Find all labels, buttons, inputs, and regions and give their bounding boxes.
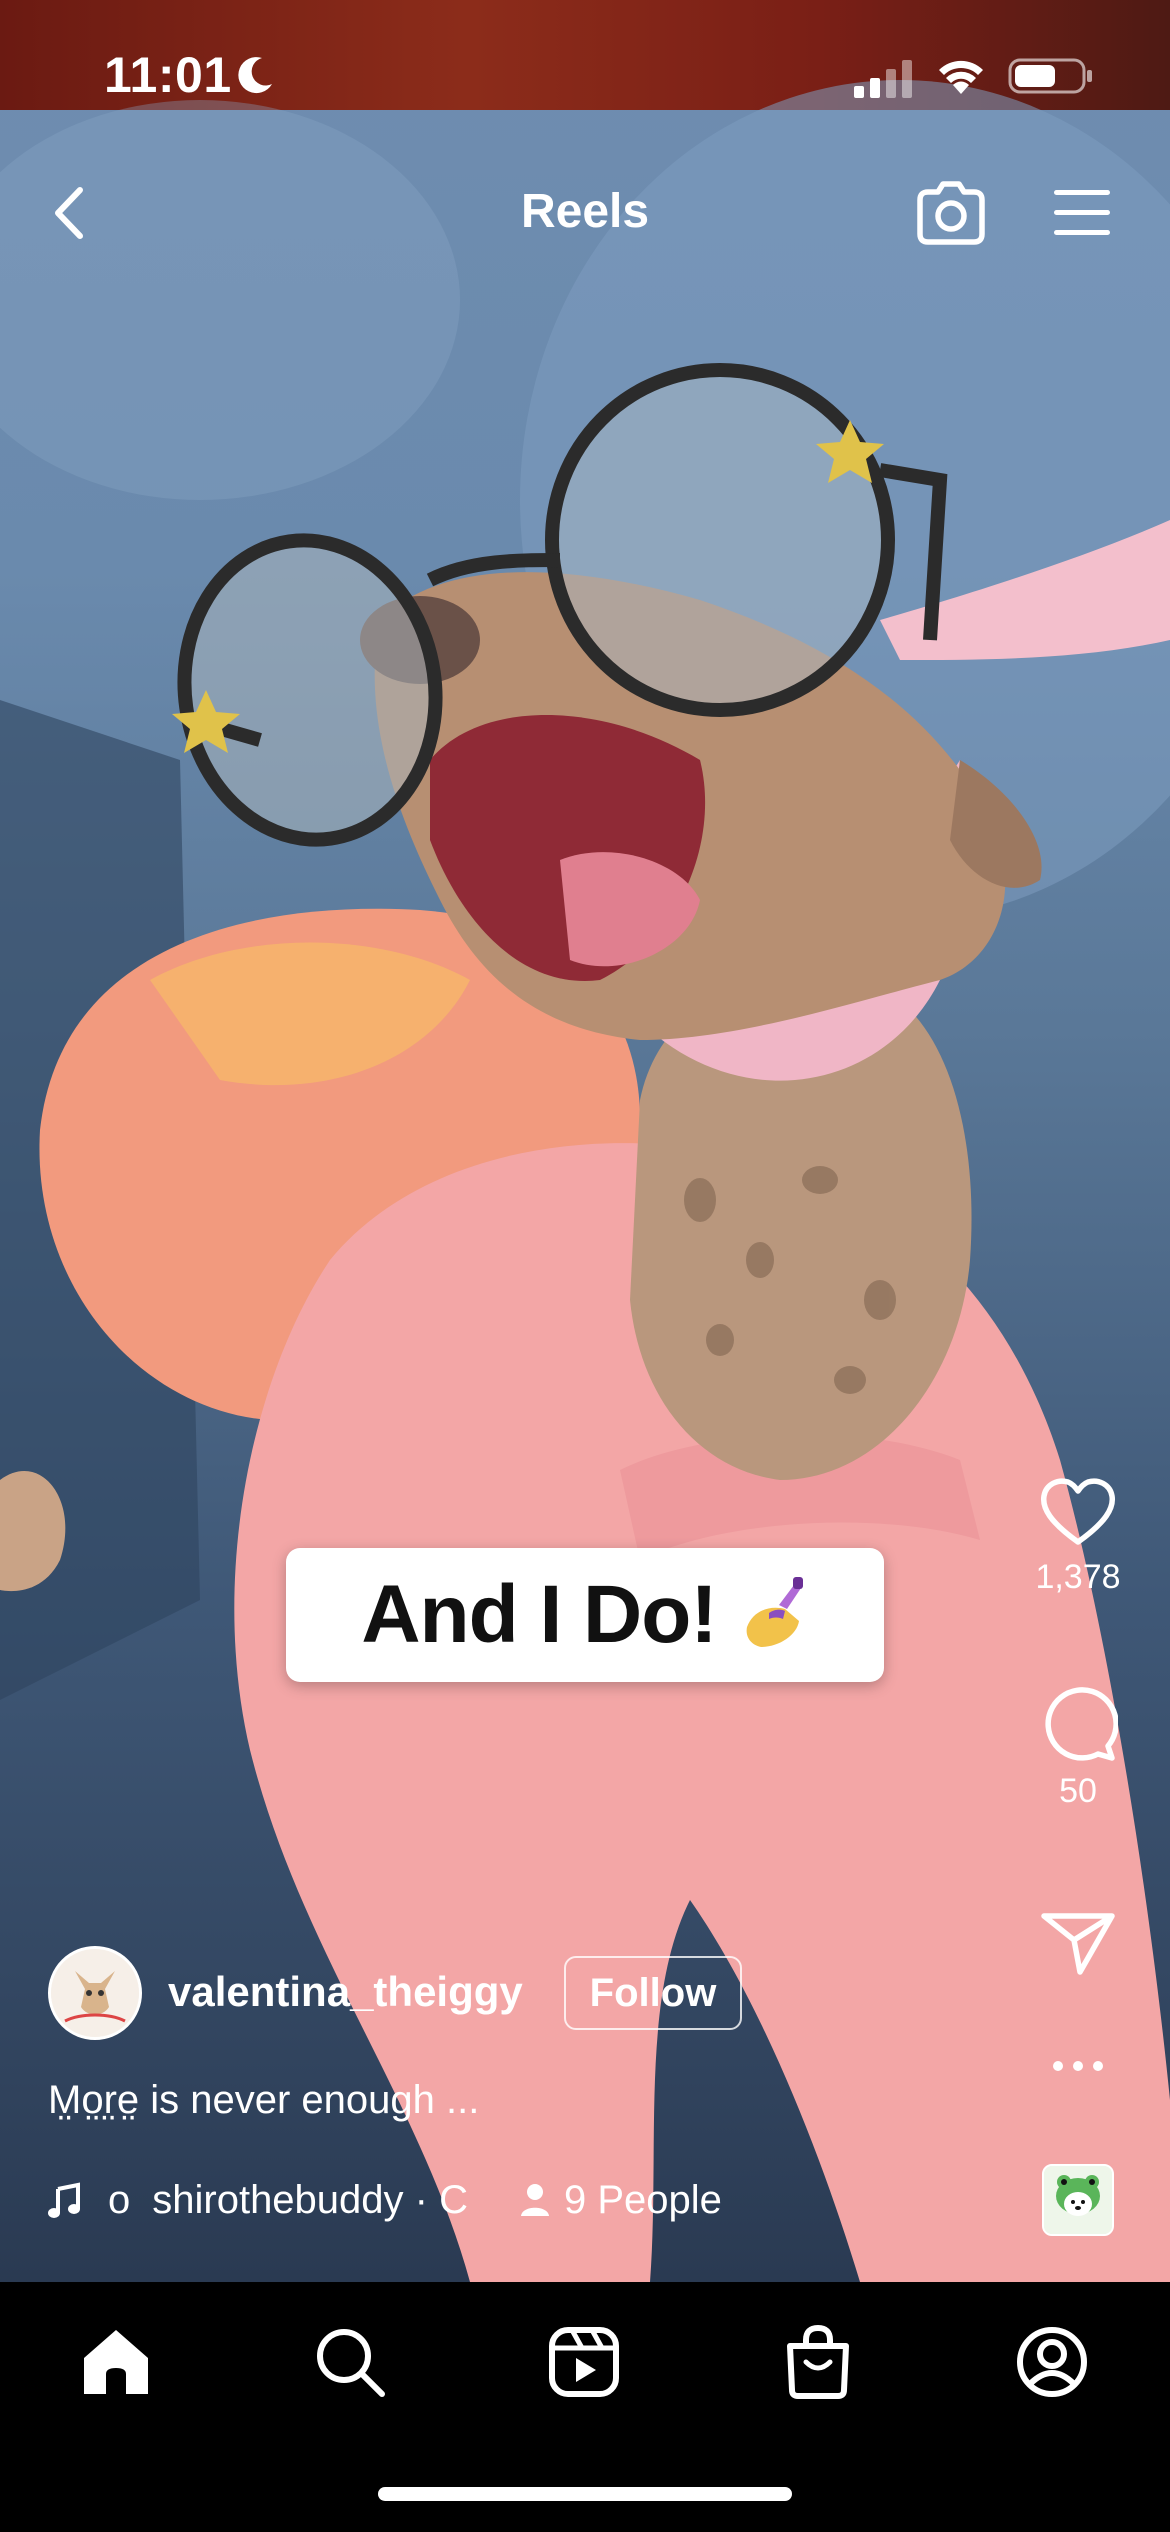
reels-icon[interactable] (544, 2322, 624, 2402)
like-action[interactable]: 1,378 (1020, 1476, 1136, 1597)
status-time: 11:01 (104, 47, 232, 103)
moon-icon (238, 57, 272, 94)
more-icon[interactable] (1048, 2056, 1108, 2076)
reels-screen: 11:01 Reels And I Do! 1,378 50 valentina… (0, 0, 1170, 2532)
like-count: 1,378 (1035, 1558, 1121, 1596)
frog-hat-dog-icon (1044, 2166, 1112, 2234)
comment-action[interactable]: 50 (1020, 1684, 1136, 1811)
nail-polish-emoji (746, 1577, 803, 1647)
home-icon[interactable] (76, 2322, 156, 2402)
comment-icon[interactable] (1038, 1684, 1118, 1762)
person-icon (520, 2184, 549, 2216)
page-title: Reels (520, 185, 650, 238)
reel-video[interactable] (0, 0, 1170, 2282)
text-sticker: And I Do! (286, 1548, 884, 1682)
menu-icon[interactable] (1050, 182, 1114, 242)
share-action[interactable] (1020, 1908, 1136, 1978)
heart-icon[interactable] (1038, 1476, 1118, 1548)
wifi-icon (939, 60, 983, 94)
shop-icon[interactable] (778, 2322, 858, 2402)
more-action[interactable] (1020, 2056, 1136, 2076)
send-icon[interactable] (1038, 1908, 1118, 1978)
audio-prefix: o (108, 2177, 131, 2222)
music-note-icon (48, 2182, 80, 2218)
audio-row[interactable]: o shirothebuddy · C 9 People (48, 2176, 722, 2224)
profile-icon[interactable] (1012, 2322, 1092, 2402)
status-bar: 11:01 (0, 0, 1170, 150)
signal-icon (854, 60, 912, 98)
audio-text: shirothebuddy · C (152, 2177, 468, 2222)
follow-button[interactable]: Follow (564, 1956, 742, 2030)
battery-icon (1008, 58, 1092, 94)
caption[interactable]: M̤o̤r̤e̤ is never enough ... (48, 2078, 479, 2123)
avatar[interactable] (48, 1946, 142, 2040)
video-scene (0, 80, 1170, 2282)
home-indicator[interactable] (378, 2487, 792, 2501)
sticker-text: And I Do! (361, 1569, 717, 1660)
comment-count: 50 (1059, 1772, 1097, 1810)
audio-thumbnail[interactable] (1042, 2164, 1114, 2236)
camera-icon[interactable] (912, 178, 990, 248)
author-username[interactable]: valentina_theiggy (168, 1968, 523, 2016)
tagged-people[interactable]: 9 People (564, 2178, 722, 2223)
search-icon[interactable] (310, 2322, 390, 2402)
avatar-dog-icon (51, 1949, 139, 2037)
